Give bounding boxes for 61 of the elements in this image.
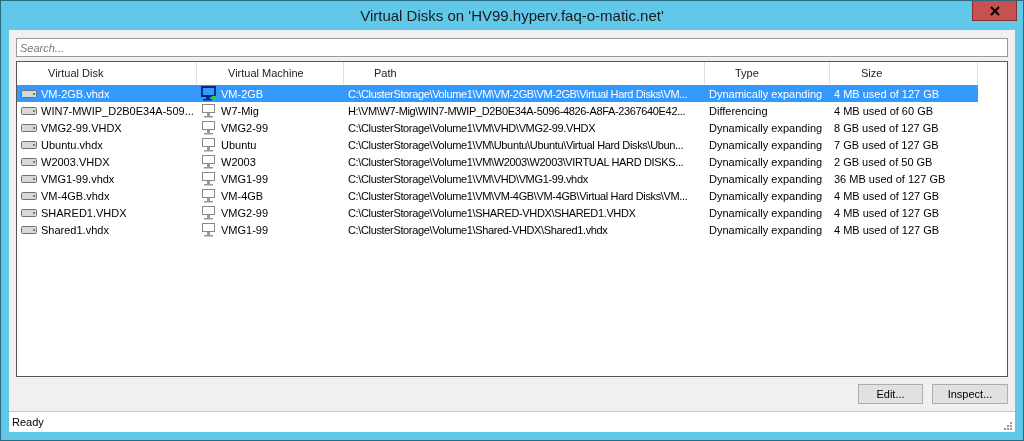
table-cell: Dynamically expanding [709, 172, 823, 185]
inspect-button[interactable]: Inspect... [932, 384, 1008, 404]
table-cell: VMG1-99 [221, 172, 269, 185]
table-row[interactable]: Shared1.vhdx VMG1-99 C:\ClusterStorage\Volume1\Shared-VHDX\Shared1.vhdx Dynamically expanding 4 MB used of 127 GB [17, 221, 978, 238]
table-cell: Dynamically expanding [709, 87, 823, 100]
close-icon [989, 5, 1000, 16]
table-cell: VMG2-99 [221, 121, 269, 134]
table-cell: 4 MB used of 127 GB [834, 87, 940, 100]
search-field[interactable]: Search... [16, 38, 1008, 57]
table-row[interactable]: WIN7-MWIP_D2B0E34A-509... W7-Mig H:\VM\W7-Mig\WIN7-MWIP_D2B0E34A-5096-4826-A8FA-2367640E42... Differencing 4 MB used of 60 GB [17, 102, 978, 119]
table-cell: C:\ClusterStorage\Volume1\VM\VM-2GB\VM-2GB\Virtual Hard Disks\VM... [348, 87, 688, 100]
table-cell: WIN7-MWIP_D2B0E34A-509... [41, 104, 194, 117]
table-cell: Dynamically expanding [709, 155, 823, 168]
table-cell: 4 MB used of 127 GB [834, 189, 940, 202]
table-cell: VMG2-99.VHDX [41, 121, 122, 134]
table-cell: 4 MB used of 127 GB [834, 223, 940, 236]
table-cell: C:\ClusterStorage\Volume1\VM\Ubuntu\Ubuntu\Virtual Hard Disks\Ubun... [348, 138, 684, 151]
table-cell: Dynamically expanding [709, 189, 823, 202]
table-cell: 7 GB used of 127 GB [834, 138, 939, 151]
table-cell: 36 MB used of 127 GB [834, 172, 946, 185]
table-cell: C:\ClusterStorage\Volume1\VM\W2003\W2003\VIRTUAL HARD DISKS... [348, 155, 684, 168]
table-cell: VMG2-99 [221, 206, 269, 219]
table-cell: Ubuntu [221, 138, 257, 151]
table-cell: W7-Mig [221, 104, 259, 117]
table-cell: C:\ClusterStorage\Volume1\SHARED-VHDX\SHARED1.VHDX [348, 206, 636, 219]
window-title: Virtual Disks on 'HV99.hyperv.faq-o-matic.net' [360, 7, 664, 24]
table-cell: VM-4GB.vhdx [41, 189, 110, 202]
table-cell: W2003.VHDX [41, 155, 110, 168]
table-cell: W2003 [221, 155, 256, 168]
table-cell: VM-2GB [221, 87, 264, 100]
table-cell: 4 MB used of 60 GB [834, 104, 934, 117]
status-text: Ready [12, 416, 44, 428]
table-cell: VMG1-99.vhdx [41, 172, 115, 185]
table-cell: VMG1-99 [221, 223, 269, 236]
table-row[interactable]: SHARED1.VHDX VMG2-99 C:\ClusterStorage\Volume1\SHARED-VHDX\SHARED1.VHDX Dynamically expanding 4 MB used of 127 GB [17, 204, 978, 221]
table-cell: Dynamically expanding [709, 206, 823, 219]
table-row[interactable]: VMG2-99.VHDX VMG2-99 C:\ClusterStorage\Volume1\VM\VHD\VMG2-99.VHDX Dynamically expanding 8 GB used of 127 GB [17, 119, 978, 136]
table-cell: H:\VM\W7-Mig\WIN7-MWIP_D2B0E34A-5096-4826-A8FA-2367640E42... [348, 104, 686, 117]
table-cell: Ubuntu.vhdx [41, 138, 103, 151]
edit-button[interactable]: Edit... [858, 384, 923, 404]
table-cell: 4 MB used of 127 GB [834, 206, 940, 219]
table-row[interactable]: VM-4GB.vhdx VM-4GB C:\ClusterStorage\Volume1\VM\VM-4GB\VM-4GB\Virtual Hard Disks\VM... Dynamically expanding 4 MB used of 127 GB [17, 187, 978, 204]
table-cell: Shared1.vhdx [41, 223, 109, 236]
table-cell: C:\ClusterStorage\Volume1\VM\VM-4GB\VM-4GB\Virtual Hard Disks\VM... [348, 189, 688, 202]
table-cell: 2 GB used of 50 GB [834, 155, 933, 168]
table-cell: Dynamically expanding [709, 223, 823, 236]
table-cell: Dynamically expanding [709, 121, 823, 134]
table-cell: C:\ClusterStorage\Volume1\VM\VHD\VMG2-99.VHDX [348, 121, 596, 134]
table-cell: 8 GB used of 127 GB [834, 121, 939, 134]
table-cell: VM-2GB.vhdx [41, 87, 110, 100]
table-row[interactable]: VMG1-99.vhdx VMG1-99 C:\ClusterStorage\Volume1\VM\VHD\VMG1-99.vhdx Dynamically expanding 36 MB used of 127 GB [17, 170, 978, 187]
table-cell: SHARED1.VHDX [41, 206, 127, 219]
table-row[interactable]: W2003.VHDX W2003 C:\ClusterStorage\Volume1\VM\W2003\W2003\VIRTUAL HARD DISKS... Dynamically expanding 2 GB used of 50 GB [17, 153, 978, 170]
resize-grip-icon [1004, 422, 1012, 430]
table-cell: Differencing [709, 104, 768, 117]
table-cell: Dynamically expanding [709, 138, 823, 151]
table-cell: C:\ClusterStorage\Volume1\Shared-VHDX\Shared1.vhdx [348, 223, 608, 236]
table-cell: C:\ClusterStorage\Volume1\VM\VHD\VMG1-99.vhdx [348, 172, 588, 185]
table-cell: VM-4GB [221, 189, 264, 202]
table-row[interactable]: Ubuntu.vhdx Ubuntu C:\ClusterStorage\Volume1\VM\Ubuntu\Ubuntu\Virtual Hard Disks\Ubun... Dynamically expanding 7 GB used of 127 GB [17, 136, 978, 153]
close-button[interactable] [972, 1, 1017, 21]
